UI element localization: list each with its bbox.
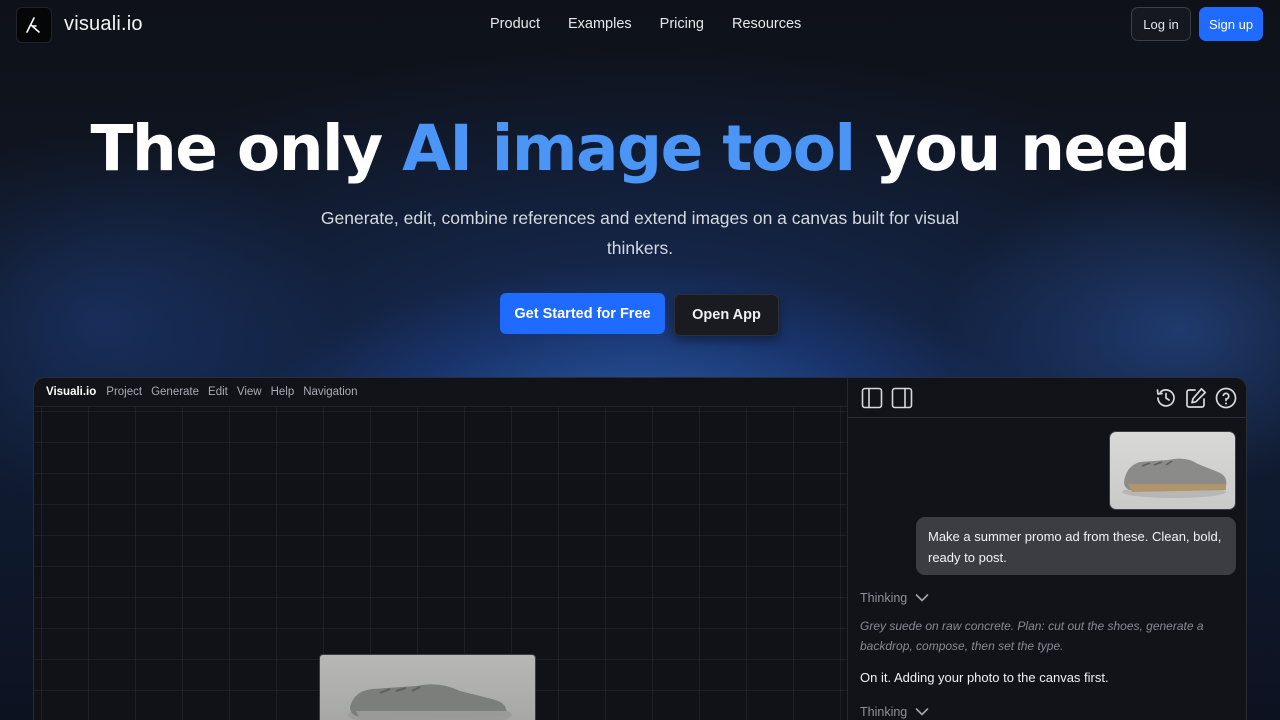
nav-link-product[interactable]: Product [490, 16, 540, 32]
menu-edit[interactable]: Edit [208, 386, 228, 398]
panel-toolbar [848, 378, 1246, 418]
canvas-area[interactable] [34, 406, 847, 720]
chevron-down-icon [915, 708, 929, 716]
sidebar-right-icon[interactable] [890, 386, 914, 410]
thinking-toggle[interactable]: Thinking [860, 591, 929, 605]
menu-help[interactable]: Help [271, 386, 295, 398]
sidebar-left-icon[interactable] [860, 386, 884, 410]
hero-title-highlight: AI image tool [402, 112, 856, 185]
chat-panel: Make a summer promo ad from these. Clean… [847, 378, 1246, 720]
hero-title-post: you need [854, 112, 1191, 185]
nav-link-pricing[interactable]: Pricing [660, 16, 704, 32]
logo[interactable] [16, 7, 52, 43]
nav-link-examples[interactable]: Examples [568, 16, 632, 32]
menu-project[interactable]: Project [106, 386, 142, 398]
canvas-shoe-image[interactable] [319, 654, 536, 720]
thinking-label: Thinking [860, 591, 908, 605]
hero-title: The only AI image tool you need [0, 112, 1280, 185]
hero-title-pre: The only [90, 112, 403, 185]
attached-shoe-image[interactable] [1109, 431, 1236, 510]
help-icon[interactable] [1214, 386, 1238, 410]
signup-button[interactable]: Sign up [1199, 7, 1263, 41]
logo-icon [26, 17, 40, 33]
brand-name[interactable]: visuali.io [64, 13, 143, 36]
menu-view[interactable]: View [237, 386, 262, 398]
assistant-reply: On it. Adding your photo to the canvas f… [860, 670, 1109, 685]
app-preview: Visuali.io Project Generate Edit View He… [33, 377, 1247, 720]
user-message: Make a summer promo ad from these. Clean… [916, 517, 1236, 575]
open-app-button[interactable]: Open App [674, 294, 779, 336]
app-name: Visuali.io [46, 386, 97, 398]
get-started-button[interactable]: Get Started for Free [500, 293, 665, 334]
menu-navigation[interactable]: Navigation [303, 386, 357, 398]
history-icon[interactable] [1154, 386, 1178, 410]
login-button[interactable]: Log in [1131, 7, 1191, 41]
top-nav: visuali.io Product Examples Pricing Reso… [0, 0, 1280, 50]
reasoning-text: Grey suede on raw concrete. Plan: cut ou… [860, 619, 1204, 653]
chevron-down-icon [915, 594, 929, 602]
thinking-toggle-2[interactable]: Thinking [860, 705, 929, 719]
edit-icon[interactable] [1184, 386, 1208, 410]
app-menubar: Visuali.io Project Generate Edit View He… [46, 385, 367, 399]
hero-subtitle: Generate, edit, combine references and e… [320, 208, 960, 258]
nav-links: Product Examples Pricing Resources [490, 16, 801, 32]
thinking-label-2: Thinking [860, 705, 908, 719]
nav-link-resources[interactable]: Resources [732, 16, 801, 32]
menu-generate[interactable]: Generate [151, 386, 199, 398]
